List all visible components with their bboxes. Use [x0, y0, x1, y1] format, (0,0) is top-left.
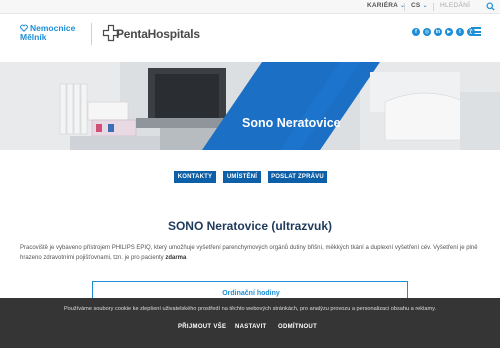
- hero-title: Sono Neratovice: [242, 116, 341, 130]
- divider: [433, 3, 434, 11]
- site-header: Nemocnice Mělník PentaHospitals f ◎ in ▶…: [0, 14, 500, 62]
- instagram-icon[interactable]: ◎: [423, 28, 431, 36]
- career-menu[interactable]: KARIÉRA ⌄: [367, 2, 405, 9]
- description-paragraph: Pracoviště je vybaveno přístrojem PHILIP…: [20, 244, 486, 263]
- search-input[interactable]: HLEDÁNÍ: [440, 2, 470, 9]
- cookie-banner: Používáme soubory cookie ke zlepšení uži…: [0, 298, 500, 348]
- top-utility-bar: KARIÉRA ⌄ CS ⌄ HLEDÁNÍ: [0, 0, 500, 14]
- reject-button[interactable]: ODMÍTNOUT: [278, 324, 317, 330]
- hospital-name-line2: Mělník: [20, 32, 47, 42]
- divider: [404, 3, 405, 11]
- group-logo-text: PentaHospitals: [116, 27, 200, 41]
- search-icon[interactable]: [486, 2, 495, 11]
- facebook-icon[interactable]: f: [412, 28, 420, 36]
- linkedin-icon[interactable]: in: [434, 28, 442, 36]
- twitter-icon[interactable]: t: [456, 28, 464, 36]
- language-label: CS: [411, 2, 421, 9]
- settings-button[interactable]: NASTAVIT: [235, 324, 267, 330]
- language-switcher[interactable]: CS ⌄: [411, 2, 428, 9]
- page-title: SONO Neratovice (ultrazvuk): [167, 219, 333, 233]
- youtube-icon[interactable]: ▶: [445, 28, 453, 36]
- description-text: Pracoviště je vybaveno přístrojem PHILIP…: [20, 245, 478, 261]
- career-label: KARIÉRA: [367, 2, 399, 9]
- opening-hours-link[interactable]: Ordinační hodiny: [93, 290, 409, 297]
- hospital-logo[interactable]: Nemocnice Mělník: [20, 24, 75, 42]
- contacts-button[interactable]: KONTAKTY: [174, 171, 216, 183]
- hero-image: [0, 62, 500, 150]
- cookie-text: Používáme soubory cookie ke zlepšení uži…: [63, 306, 437, 312]
- send-message-button[interactable]: POSLAT ZPRÁVU: [268, 171, 327, 183]
- logo-divider: [91, 23, 92, 45]
- hero-banner: Sono Neratovice: [0, 62, 500, 150]
- location-button[interactable]: UMÍSTĚNÍ: [223, 171, 261, 183]
- hamburger-menu-icon[interactable]: [471, 27, 481, 36]
- description-bold: zdarma: [165, 254, 187, 261]
- chevron-down-icon: ⌄: [422, 3, 428, 9]
- accept-all-button[interactable]: PŘIJMOUT VŠE: [178, 324, 226, 330]
- heart-icon: [20, 24, 28, 32]
